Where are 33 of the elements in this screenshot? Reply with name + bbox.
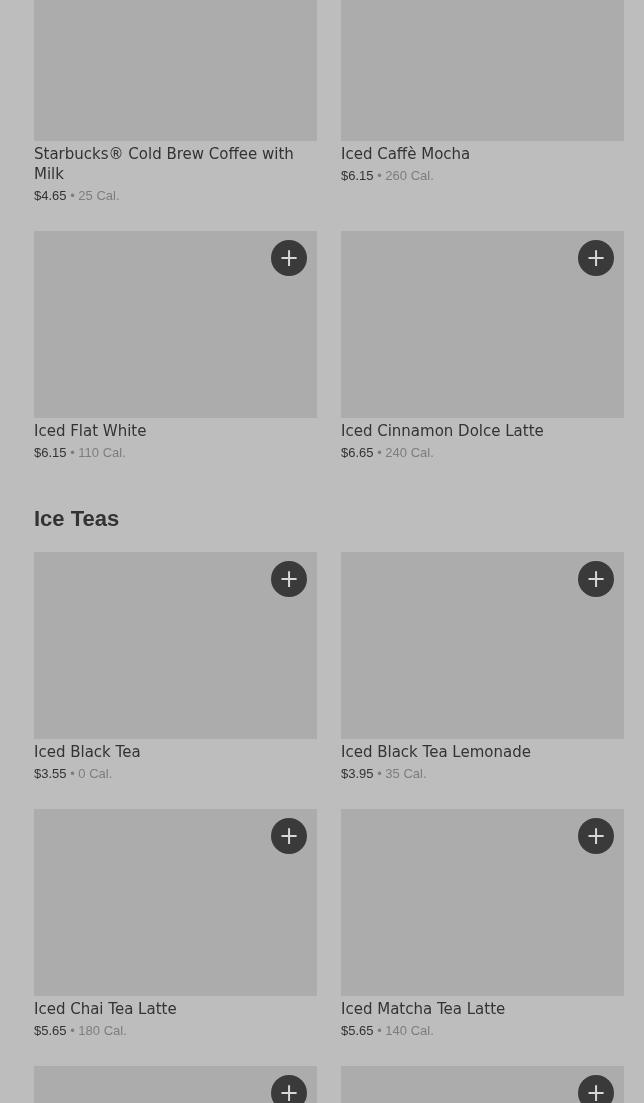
item-name: Iced Caffè Mocha: [341, 144, 472, 164]
add-button[interactable]: +: [271, 1075, 307, 1103]
add-button[interactable]: +: [578, 240, 614, 276]
add-button[interactable]: +: [271, 818, 307, 854]
item-name: Iced Flat White: [34, 421, 148, 441]
add-button[interactable]: +: [578, 818, 614, 854]
item-price: $3.95: [341, 766, 374, 781]
item-calories: • 25 Cal.: [70, 188, 120, 203]
item-price: $6.15: [34, 445, 67, 460]
item-price: $3.55: [34, 766, 67, 781]
item-calories: • 0 Cal.: [70, 766, 113, 781]
add-button[interactable]: +: [271, 240, 307, 276]
item-calories: • 260 Cal.: [377, 168, 434, 183]
add-button[interactable]: +: [271, 561, 307, 597]
item-calories: • 240 Cal.: [377, 445, 434, 460]
section-heading: Ice Teas: [34, 505, 121, 533]
item-name: Iced Matcha Tea Latte: [341, 999, 507, 1019]
item-name: Starbucks® Cold Brew Coffee with Milk: [34, 144, 295, 184]
item-calories: • 35 Cal.: [377, 766, 427, 781]
item-name: Iced Chai Tea Latte: [34, 999, 178, 1019]
item-price: $5.65: [34, 1023, 67, 1038]
item-calories: • 140 Cal.: [377, 1023, 434, 1038]
item-price: $6.15: [341, 168, 374, 183]
item-name: Iced Black Tea Lemonade: [341, 742, 532, 762]
add-button[interactable]: +: [578, 561, 614, 597]
item-price: $6.65: [341, 445, 374, 460]
item-name: Iced Black Tea: [34, 742, 142, 762]
item-price: $5.65: [341, 1023, 374, 1038]
item-name: Iced Cinnamon Dolce Latte: [341, 421, 545, 441]
item-price: $4.65: [34, 188, 67, 203]
add-button[interactable]: +: [578, 1075, 614, 1103]
item-calories: • 110 Cal.: [70, 445, 126, 460]
item-calories: • 180 Cal.: [70, 1023, 127, 1038]
